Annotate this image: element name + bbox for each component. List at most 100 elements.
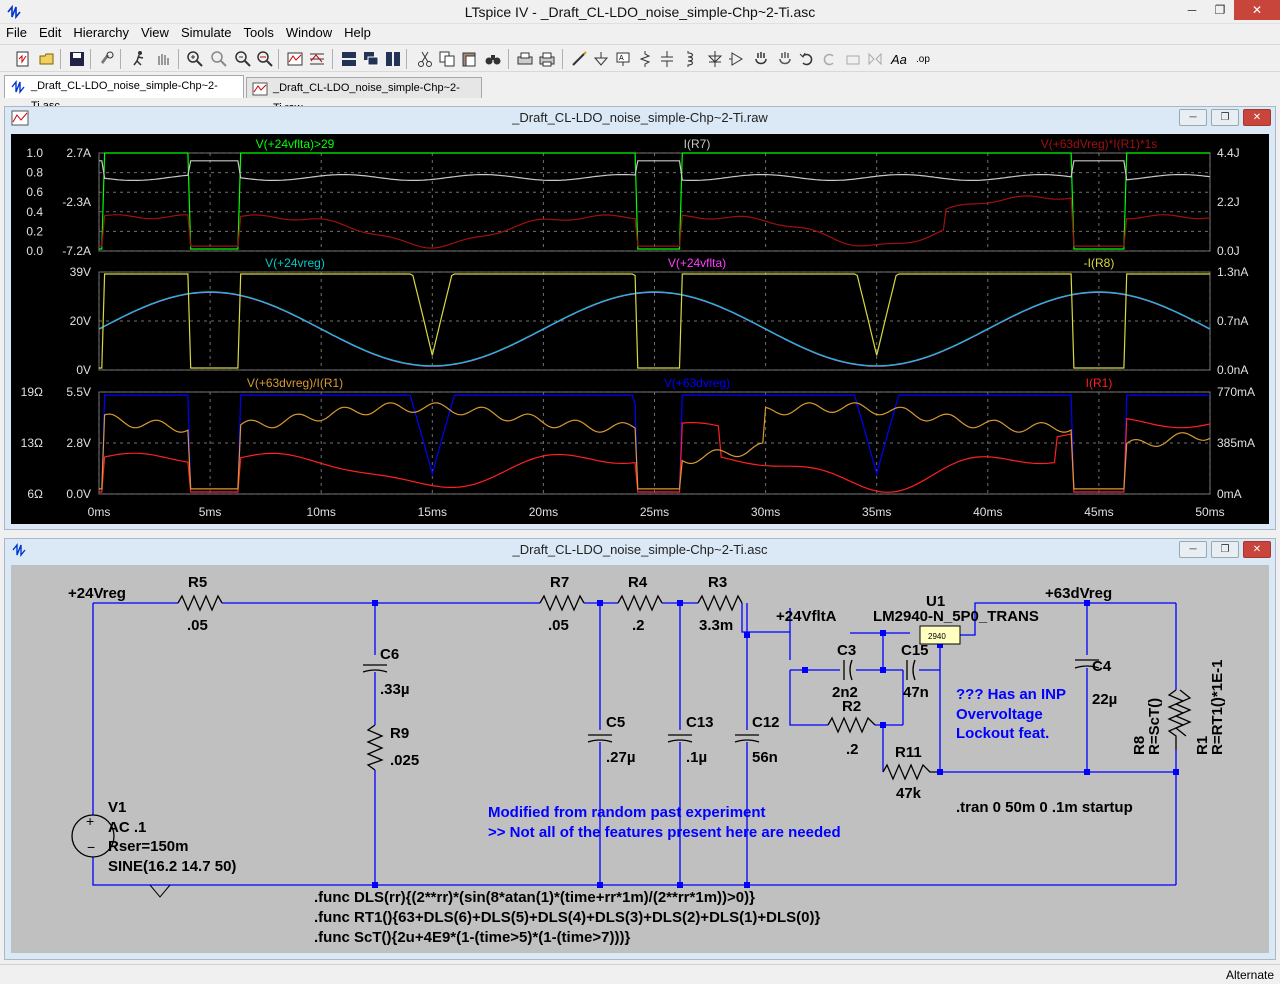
close-button[interactable]: ✕ <box>1234 0 1280 20</box>
schematic-drawing[interactable]: + − 2940 +24Vreg +24VfltA +63dVreg R5 .0… <box>11 565 1269 953</box>
r11-value: 47k <box>896 785 922 802</box>
menu-window[interactable]: Window <box>280 24 338 44</box>
text-icon[interactable]: Aa <box>890 50 908 68</box>
waveform-close-button[interactable]: ✕ <box>1243 109 1271 126</box>
undo-icon[interactable] <box>798 50 816 68</box>
tile-horizontal-icon[interactable] <box>340 50 358 68</box>
resistor-r7[interactable] <box>539 594 585 612</box>
y-tick-label: 13Ω <box>21 436 43 450</box>
print-icon[interactable] <box>538 50 556 68</box>
capacitor-c6[interactable] <box>362 664 388 673</box>
inductor-icon[interactable] <box>680 50 698 68</box>
i-r7-trace[interactable] <box>99 160 1211 181</box>
capacitor-icon[interactable] <box>658 50 676 68</box>
menu-hierarchy[interactable]: Hierarchy <box>67 24 135 44</box>
copy-icon[interactable] <box>438 50 456 68</box>
resistor-r5[interactable] <box>177 594 223 612</box>
ground-icon[interactable] <box>592 50 610 68</box>
component-icon[interactable] <box>728 50 746 68</box>
capacitor-c3[interactable] <box>843 659 853 681</box>
resistor-r11[interactable] <box>882 763 940 781</box>
spice-directive-icon[interactable]: .op <box>914 50 932 68</box>
trace-label[interactable]: V(+24vflta)>29 <box>256 137 335 151</box>
resistor-r1[interactable] <box>1174 689 1192 737</box>
resistor-r3[interactable] <box>697 594 743 612</box>
trace-label[interactable]: -I(R8) <box>1084 256 1115 270</box>
resistor-r2[interactable] <box>827 716 876 734</box>
zoom-out-icon[interactable] <box>234 50 252 68</box>
status-bar: Alternate <box>0 964 1280 984</box>
control-panel-icon[interactable] <box>98 50 116 68</box>
trace-label[interactable]: I(R1) <box>1086 376 1113 390</box>
menu-file[interactable]: File <box>0 24 33 44</box>
cascade-icon[interactable] <box>362 50 380 68</box>
maximize-button[interactable]: ❐ <box>1206 0 1234 20</box>
diode-icon[interactable] <box>706 50 724 68</box>
comment-uvlo-line1: ??? Has an INP <box>956 686 1066 703</box>
tab-schematic[interactable]: _Draft_CL-LDO_noise_simple-Chp~2-Ti.asc <box>4 75 244 112</box>
trace-label[interactable]: V(+24vreg) <box>265 256 325 270</box>
y-tick-label: 0.8 <box>26 166 43 180</box>
schematic-minimize-button[interactable]: ─ <box>1179 541 1207 558</box>
open-file-icon[interactable] <box>38 50 56 68</box>
trace-label[interactable]: V(+63dvreg) <box>664 376 730 390</box>
menu-simulate[interactable]: Simulate <box>175 24 238 44</box>
schematic-close-button[interactable]: ✕ <box>1243 541 1271 558</box>
trace-label[interactable]: V(+63dvreg)/I(R1) <box>247 376 343 390</box>
resistor-icon[interactable] <box>636 50 654 68</box>
schematic-restore-button[interactable]: ❐ <box>1211 541 1239 558</box>
zoom-fit-icon[interactable] <box>256 50 274 68</box>
minimize-button[interactable]: ─ <box>1178 0 1206 20</box>
trace-label[interactable]: V(+63dVreg)*I(R1)*1s <box>1041 137 1158 151</box>
waveform-minimize-button[interactable]: ─ <box>1179 109 1207 126</box>
drag-icon[interactable] <box>776 50 794 68</box>
halt-icon[interactable] <box>154 50 172 68</box>
move-icon[interactable] <box>752 50 770 68</box>
resistor-r8[interactable] <box>1167 689 1185 750</box>
schematic-window-title: _Draft_CL-LDO_noise_simple-Chp~2-Ti.asc <box>512 542 768 557</box>
run-icon[interactable] <box>130 50 148 68</box>
bode-icon[interactable] <box>308 50 326 68</box>
zoom-in-icon[interactable] <box>186 50 204 68</box>
y2-tick-label: 2.2J <box>1217 195 1240 209</box>
waveform-plot-area[interactable]: 0ms 5ms 10ms 15ms 20ms 25ms 30ms 35ms 40ms 45ms 50… <box>11 134 1269 524</box>
y2-tick-label: 4.4J <box>1217 146 1240 160</box>
capacitor-c13[interactable] <box>667 734 693 743</box>
trace-label[interactable]: V(+24vflta) <box>668 256 726 270</box>
menu-edit[interactable]: Edit <box>33 24 67 44</box>
pan-icon[interactable] <box>210 50 228 68</box>
x-tick-label: 10ms <box>307 505 336 519</box>
x-tick-label: 40ms <box>973 505 1002 519</box>
waveform-restore-button[interactable]: ❐ <box>1211 109 1239 126</box>
menu-help[interactable]: Help <box>338 24 377 44</box>
y-tick-label: 0.0 <box>26 244 43 258</box>
save-icon[interactable] <box>68 50 86 68</box>
print-setup-icon[interactable] <box>516 50 534 68</box>
autorange-icon[interactable] <box>286 50 304 68</box>
svg-text:Aa: Aa <box>890 52 907 67</box>
capacitor-c12[interactable] <box>734 734 760 743</box>
paste-icon[interactable] <box>460 50 478 68</box>
resistor-r9[interactable] <box>366 724 384 771</box>
rotate-icon[interactable] <box>844 50 862 68</box>
menu-view[interactable]: View <box>135 24 175 44</box>
draw-wire-icon[interactable] <box>570 50 588 68</box>
capacitor-c5[interactable] <box>587 734 613 743</box>
y-tick-label: 5.5V <box>66 385 91 399</box>
cut-icon[interactable] <box>416 50 434 68</box>
new-schematic-icon[interactable] <box>14 50 32 68</box>
redo-icon[interactable] <box>820 50 838 68</box>
label-net-icon[interactable]: A <box>614 50 632 68</box>
y2-tick-label: 770mA <box>1217 385 1255 399</box>
capacitor-c15[interactable] <box>906 659 916 681</box>
schematic-canvas[interactable]: + − 2940 +24Vreg +24VfltA +63dVreg R5 .0… <box>11 565 1269 953</box>
mirror-icon[interactable] <box>866 50 884 68</box>
waveform-plot[interactable]: 0ms 5ms 10ms 15ms 20ms 25ms 30ms 35ms 40ms 45ms 50… <box>11 134 1269 524</box>
y-tick-label: -2.3A <box>62 195 91 209</box>
tab-waveform[interactable]: _Draft_CL-LDO_noise_simple-Chp~2-Ti.raw <box>246 77 482 114</box>
trace-label[interactable]: I(R7) <box>684 137 711 151</box>
find-icon[interactable] <box>484 50 502 68</box>
resistor-r4[interactable] <box>617 594 663 612</box>
tile-vertical-icon[interactable] <box>384 50 402 68</box>
menu-tools[interactable]: Tools <box>238 24 280 44</box>
